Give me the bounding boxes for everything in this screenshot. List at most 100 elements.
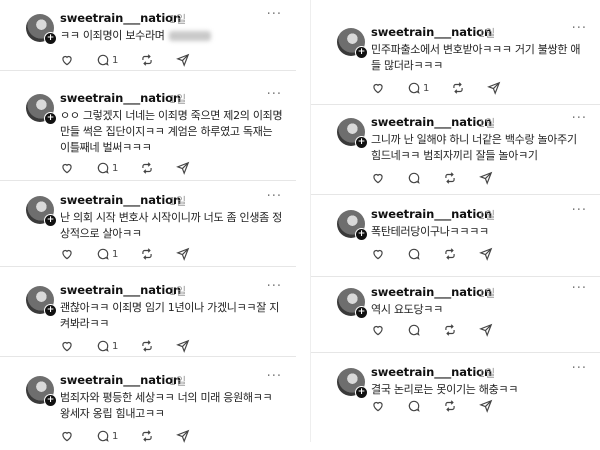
share-icon <box>487 81 501 95</box>
like-button[interactable] <box>371 171 385 185</box>
more-options-icon[interactable]: ··· <box>267 279 282 294</box>
reply-count: 1 <box>112 162 119 174</box>
follow-plus-icon[interactable]: + <box>355 46 368 59</box>
username[interactable]: sweetrain___nation <box>60 193 181 207</box>
repost-button[interactable] <box>443 399 457 413</box>
reply-button[interactable]: 1 <box>96 247 118 261</box>
follow-plus-icon[interactable]: + <box>355 386 368 399</box>
heart-icon <box>62 55 72 66</box>
reply-button[interactable] <box>407 247 421 261</box>
repost-button[interactable] <box>140 53 154 67</box>
post-actions: 1 <box>371 80 523 96</box>
more-options-icon[interactable]: ··· <box>267 87 282 102</box>
avatar[interactable]: + <box>26 94 57 125</box>
username[interactable]: sweetrain___nation <box>371 285 492 299</box>
more-options-icon[interactable]: ··· <box>572 281 587 296</box>
share-button[interactable] <box>479 323 493 337</box>
avatar[interactable]: + <box>337 288 368 319</box>
timestamp: 1일 <box>169 93 187 106</box>
more-options-icon[interactable]: ··· <box>267 189 282 204</box>
follow-plus-icon[interactable]: + <box>355 306 368 319</box>
reply-icon <box>408 248 420 260</box>
share-button[interactable] <box>487 81 501 95</box>
like-button[interactable] <box>371 81 385 95</box>
timestamp: 1일 <box>478 117 496 130</box>
reply-button[interactable]: 1 <box>96 429 118 443</box>
follow-plus-icon[interactable]: + <box>44 112 57 125</box>
share-button[interactable] <box>479 171 493 185</box>
username[interactable]: sweetrain___nation <box>371 365 492 379</box>
share-icon <box>479 399 493 413</box>
like-button[interactable] <box>371 247 385 261</box>
share-icon <box>479 171 493 185</box>
repost-button[interactable] <box>443 171 457 185</box>
avatar[interactable]: + <box>337 210 368 241</box>
more-options-icon[interactable]: ··· <box>572 361 587 376</box>
more-options-icon[interactable]: ··· <box>267 369 282 384</box>
avatar[interactable]: + <box>337 28 368 59</box>
follow-plus-icon[interactable]: + <box>44 304 57 317</box>
repost-button[interactable] <box>443 323 457 337</box>
repost-button[interactable] <box>140 161 154 175</box>
like-button[interactable] <box>60 247 74 261</box>
username[interactable]: sweetrain___nation <box>60 283 181 297</box>
avatar[interactable]: + <box>26 376 57 407</box>
post-actions: 1 <box>60 52 212 68</box>
follow-plus-icon[interactable]: + <box>355 136 368 149</box>
username[interactable]: sweetrain___nation <box>60 373 181 387</box>
follow-plus-icon[interactable]: + <box>44 394 57 407</box>
post-text: 난 의회 시작 변호사 시작이니까 너도 좀 인생좀 정상적으로 살아ㅋㅋ <box>60 211 282 240</box>
right-thread-column: + sweetrain___nation 1일 ··· 민주파출소에서 변호받아… <box>310 0 600 442</box>
share-button[interactable] <box>176 53 190 67</box>
share-button[interactable] <box>176 161 190 175</box>
post-card: + sweetrain___nation 1일 ··· 그니까 난 일해야 하니… <box>311 111 600 195</box>
username[interactable]: sweetrain___nation <box>371 207 492 221</box>
more-options-icon[interactable]: ··· <box>572 21 587 36</box>
reply-button[interactable] <box>407 399 421 413</box>
repost-button[interactable] <box>451 81 465 95</box>
like-button[interactable] <box>60 339 74 353</box>
share-button[interactable] <box>176 339 190 353</box>
like-button[interactable] <box>60 429 74 443</box>
more-options-icon[interactable]: ··· <box>572 203 587 218</box>
repost-button[interactable] <box>140 247 154 261</box>
share-button[interactable] <box>176 247 190 261</box>
username[interactable]: sweetrain___nation <box>60 91 181 105</box>
like-button[interactable] <box>60 161 74 175</box>
post-actions: 1 <box>60 160 212 176</box>
follow-plus-icon[interactable]: + <box>44 214 57 227</box>
username[interactable]: sweetrain___nation <box>371 115 492 129</box>
avatar[interactable]: + <box>337 118 368 149</box>
share-button[interactable] <box>479 399 493 413</box>
avatar[interactable]: + <box>26 196 57 227</box>
avatar[interactable]: + <box>26 14 57 45</box>
more-options-icon[interactable]: ··· <box>572 111 587 126</box>
avatar[interactable]: + <box>26 286 57 317</box>
like-button[interactable] <box>60 53 74 67</box>
share-button[interactable] <box>479 247 493 261</box>
like-button[interactable] <box>371 399 385 413</box>
post-card: + sweetrain___nation 1일 ··· 난 의회 시작 변호사 … <box>0 189 296 267</box>
reply-button[interactable]: 1 <box>96 161 118 175</box>
share-button[interactable] <box>176 429 190 443</box>
reply-button[interactable]: 1 <box>407 81 429 95</box>
reply-button[interactable] <box>407 171 421 185</box>
more-options-icon[interactable]: ··· <box>267 7 282 22</box>
reply-button[interactable] <box>407 323 421 337</box>
follow-plus-icon[interactable]: + <box>355 228 368 241</box>
like-button[interactable] <box>371 323 385 337</box>
follow-plus-icon[interactable]: + <box>44 32 57 45</box>
username[interactable]: sweetrain___nation <box>60 11 181 25</box>
reply-icon <box>408 172 420 184</box>
timestamp: 1일 <box>478 367 496 380</box>
post-card: + sweetrain___nation 1일 ··· 폭탄테러당이구나ㅋㅋㅋㅋ <box>311 203 600 277</box>
reply-button[interactable]: 1 <box>96 53 118 67</box>
repost-button[interactable] <box>140 339 154 353</box>
avatar[interactable]: + <box>337 368 368 399</box>
username[interactable]: sweetrain___nation <box>371 25 492 39</box>
share-icon <box>176 247 190 261</box>
repost-button[interactable] <box>140 429 154 443</box>
post-actions <box>371 246 515 262</box>
repost-button[interactable] <box>443 247 457 261</box>
reply-button[interactable]: 1 <box>96 339 118 353</box>
